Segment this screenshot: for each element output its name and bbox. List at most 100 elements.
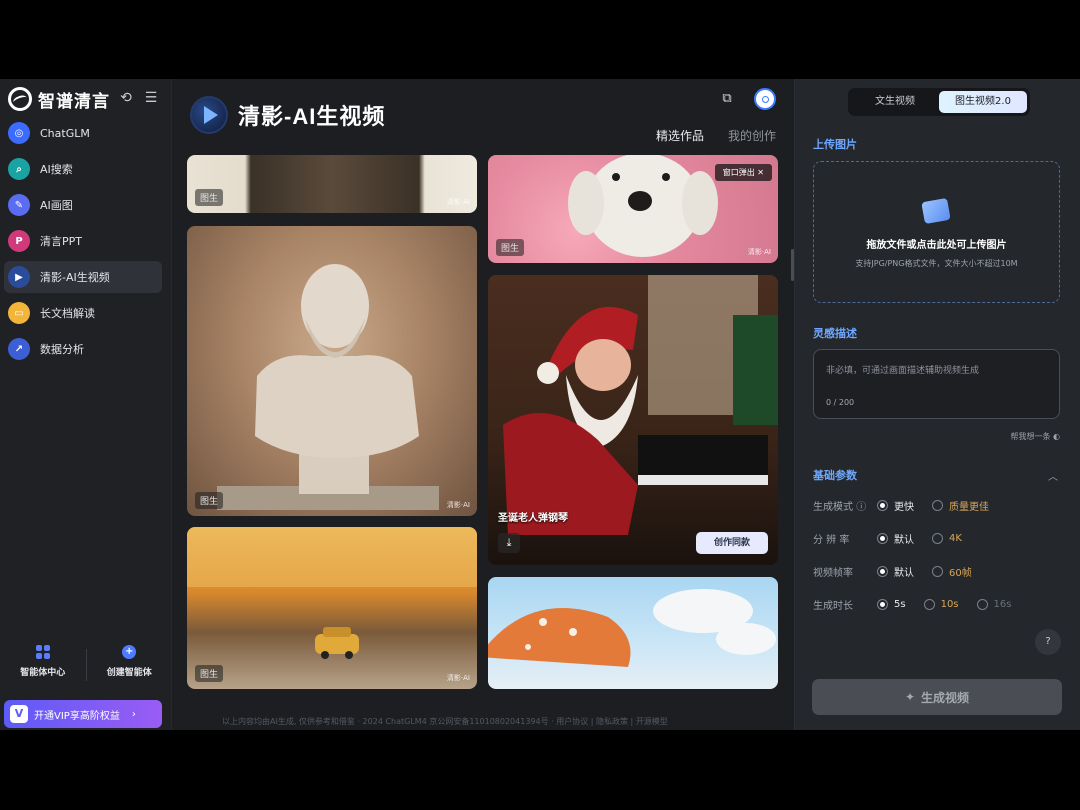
card-caption: 圣诞老人弹钢琴: [498, 513, 568, 524]
sidebar-item-data-analysis[interactable]: ↗ 数据分析: [4, 333, 162, 365]
params-title: 基础参数: [813, 469, 857, 482]
brand-name: 智谱清言: [38, 91, 110, 111]
generate-video-button[interactable]: ✦ 生成视频: [812, 679, 1062, 715]
suggest-button[interactable]: 帮我想一条 ◐: [1010, 431, 1060, 442]
gallery-card-autumn[interactable]: 图生 清影·AI: [187, 527, 477, 689]
desc-title: 灵感描述: [813, 327, 857, 340]
tab-image-to-video[interactable]: 图生视频2.0: [939, 91, 1027, 113]
vip-icon: V: [10, 705, 28, 723]
mode-switch: 文生视频 图生视频2.0: [848, 88, 1030, 116]
gallery-card[interactable]: 图生 清影·AI: [187, 155, 477, 213]
option-faster[interactable]: 更快: [877, 498, 914, 513]
option-4k[interactable]: 4K: [932, 532, 962, 544]
option-16s[interactable]: 16s: [976, 598, 1011, 610]
sidebar-item-qingying[interactable]: ▶ 清影-AI生视频: [4, 261, 162, 293]
ai-search-icon: ⌕: [8, 158, 30, 180]
sidebar-item-long-doc[interactable]: ▭ 长文档解读: [4, 297, 162, 329]
radio-icon: [923, 598, 935, 610]
popup-window-button[interactable]: 窗口弹出 ✕: [714, 164, 772, 181]
sidebar: 智谱清言 ⟲ ☰ ◎ ChatGLM ⌕ AI搜索 ✎ AI画图 P 清言PPT…: [0, 79, 172, 730]
card-watermark: 清影·AI: [446, 198, 470, 206]
sidebar-item-label: 清言PPT: [40, 235, 82, 248]
gallery-card-mushroom[interactable]: [488, 577, 778, 689]
option-default-res[interactable]: 默认: [877, 531, 914, 546]
gallery-card-bust[interactable]: 图生 清影·AI: [187, 226, 477, 516]
sidebar-item-label: AI搜索: [40, 163, 73, 176]
vip-button[interactable]: V 开通VIP享高阶权益 ›: [4, 700, 162, 728]
option-60fps[interactable]: 60帧: [932, 564, 972, 579]
option-5s[interactable]: 5s: [877, 598, 906, 610]
chevron-up-icon[interactable]: ︿: [1048, 468, 1058, 483]
page-header: 清影-AI生视频: [190, 96, 385, 134]
close-icon[interactable]: ✕: [757, 168, 764, 177]
main-content: 清影-AI生视频 ⧉ 精选作品 我的创作 图生 清影·AI 图生 清影·AI 图…: [172, 79, 794, 730]
param-label: 分 辨 率: [813, 534, 850, 546]
radio-icon: [877, 598, 888, 610]
sidebar-item-label: 数据分析: [40, 343, 84, 356]
char-counter: 0 / 200: [826, 398, 855, 407]
avatar[interactable]: [754, 88, 776, 110]
sidebar-item-ai-draw[interactable]: ✎ AI画图: [4, 189, 162, 221]
sidebar-item-chatglm[interactable]: ◎ ChatGLM: [4, 117, 162, 149]
radio-icon: [877, 499, 888, 511]
history-icon[interactable]: ⟲: [117, 89, 135, 107]
param-label: 生成时长: [813, 600, 853, 612]
gallery-card-plush[interactable]: 窗口弹出 ✕ 图生 清影·AI: [488, 155, 778, 263]
sidebar-item-ppt[interactable]: P 清言PPT: [4, 225, 162, 257]
create-agent-label: 创建智能体: [106, 668, 152, 678]
card-watermark: 清影·AI: [446, 674, 470, 682]
radio-icon: [932, 532, 943, 544]
user-icon: [761, 95, 769, 103]
tab-text-to-video[interactable]: 文生视频: [851, 91, 939, 113]
chevron-right-icon: ›: [131, 708, 136, 720]
download-icon[interactable]: ⤓: [498, 533, 520, 553]
create-same-button[interactable]: 创作同款: [696, 532, 768, 554]
description-placeholder: 非必填，可通过画面描述辅助视频生成: [826, 366, 980, 376]
upload-hint: 支持JPG/PNG格式文件，文件大小不超过10M: [855, 259, 1018, 268]
vip-label: 开通VIP享高阶权益: [34, 710, 120, 722]
card-badge: 图生: [496, 239, 525, 256]
info-icon: ⓘ: [856, 501, 867, 513]
card-watermark: 清影·AI: [446, 501, 470, 509]
agent-center-button[interactable]: 智能体中心: [0, 645, 86, 685]
image-upload-icon: [921, 197, 951, 225]
sidebar-nav: ◎ ChatGLM ⌕ AI搜索 ✎ AI画图 P 清言PPT ▶ 清影-AI生…: [0, 117, 172, 369]
option-quality[interactable]: 质量更佳: [932, 498, 989, 513]
generation-panel: 文生视频 图生视频2.0 上传图片 拖放文件或点击此处可上传图片 支持JPG/P…: [794, 79, 1080, 730]
brand[interactable]: 智谱清言: [8, 87, 110, 111]
device-switch-icon[interactable]: ⧉: [717, 91, 737, 111]
upload-main-text: 拖放文件或点击此处可上传图片: [866, 240, 1007, 251]
tab-my-works[interactable]: 我的创作: [728, 127, 776, 144]
option-default-fps[interactable]: 默认: [877, 564, 914, 579]
gallery-tabs: 精选作品 我的创作: [656, 127, 776, 144]
ai-draw-icon: ✎: [8, 194, 30, 216]
radio-icon: [976, 598, 988, 610]
card-badge: 图生: [195, 665, 224, 682]
sidebar-item-label: AI画图: [40, 199, 73, 212]
qingying-icon: ▶: [8, 266, 30, 288]
sidebar-item-label: ChatGLM: [40, 126, 90, 140]
sidebar-item-ai-search[interactable]: ⌕ AI搜索: [4, 153, 162, 185]
param-duration: 生成时长 5s 10s 16s: [813, 596, 1029, 612]
agent-center-label: 智能体中心: [20, 668, 66, 678]
folder-icon: ▭: [8, 302, 30, 324]
upload-dropzone[interactable]: 拖放文件或点击此处可上传图片 支持JPG/PNG格式文件，文件大小不超过10M: [813, 161, 1060, 303]
tab-featured[interactable]: 精选作品: [656, 127, 704, 144]
upload-title: 上传图片: [813, 138, 857, 151]
sidebar-item-label: 长文档解读: [40, 307, 95, 320]
page-title: 清影-AI生视频: [238, 104, 386, 129]
brand-logo-icon: [8, 87, 32, 111]
description-textarea[interactable]: 非必填，可通过画面描述辅助视频生成 0 / 200: [813, 349, 1060, 419]
plus-icon: +: [122, 645, 137, 659]
agent-links: 智能体中心 + 创建智能体: [0, 645, 172, 685]
mushroom-image: [488, 589, 776, 667]
app-window: 智谱清言 ⟲ ☰ ◎ ChatGLM ⌕ AI搜索 ✎ AI画图 P 清言PPT…: [0, 79, 1080, 730]
collapse-sidebar-icon[interactable]: ☰: [142, 89, 160, 107]
radio-icon: [932, 565, 943, 577]
create-agent-button[interactable]: + 创建智能体: [87, 645, 173, 685]
sparkle-icon: ✦: [904, 690, 916, 704]
option-10s[interactable]: 10s: [923, 598, 959, 610]
feedback-icon[interactable]: ?: [1035, 629, 1061, 655]
ppt-icon: P: [8, 230, 30, 252]
gallery-card-santa[interactable]: 圣诞老人弹钢琴 ⤓ 创作同款: [488, 275, 778, 565]
